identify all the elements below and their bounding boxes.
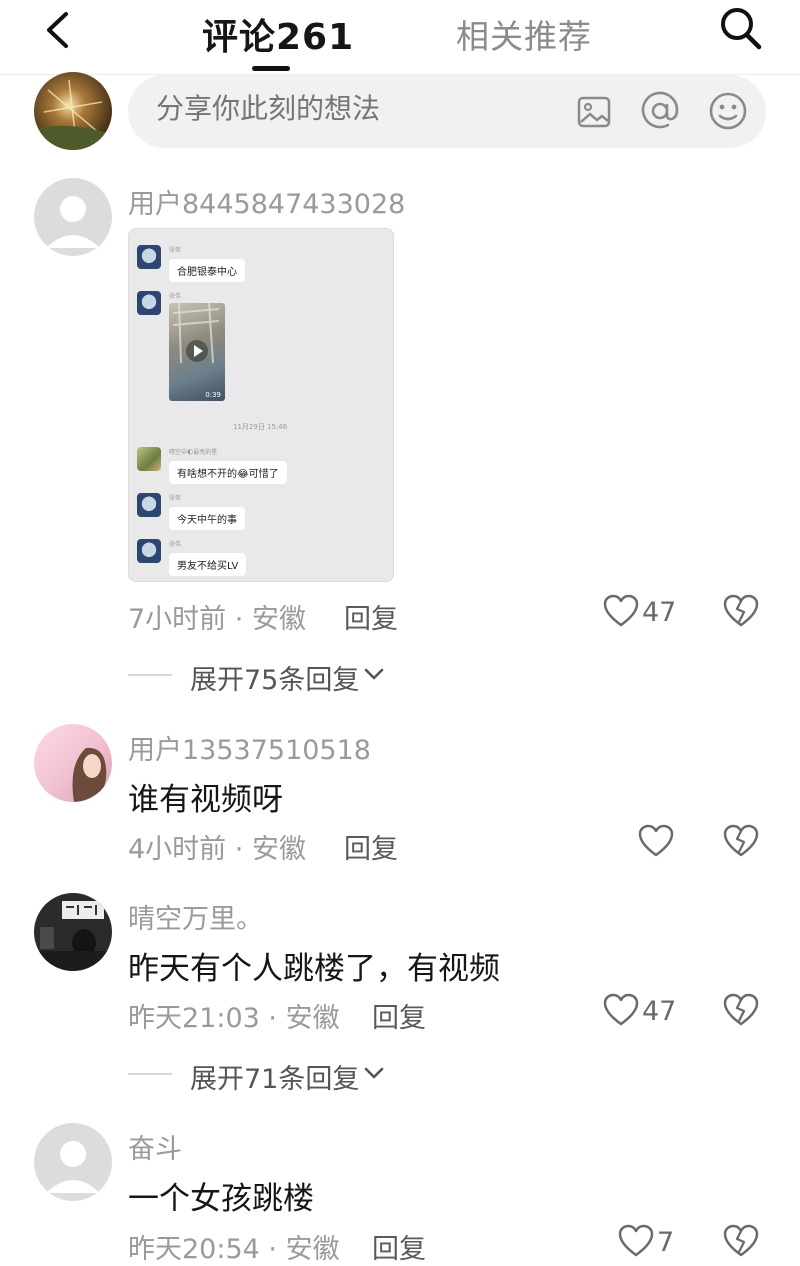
chat-message: 有啥想不开的😂可惜了	[169, 461, 287, 484]
mention-icon[interactable]	[640, 91, 680, 131]
comment-location: 安徽	[285, 1003, 340, 1034]
comment-composer[interactable]	[128, 75, 766, 148]
chat-message: 今天中午的事	[169, 507, 245, 530]
comment-text: 昨天有个人跳楼了，有视频	[128, 951, 500, 987]
dislike-icon[interactable]	[723, 993, 759, 1027]
chat-avatar	[137, 539, 161, 563]
comment-time: 昨天20:54	[128, 1234, 260, 1265]
image-icon[interactable]	[576, 95, 612, 129]
meta-separator: ·	[234, 604, 244, 635]
chat-video-thumbnail: 0:39	[169, 303, 225, 401]
avatar[interactable]	[34, 178, 112, 256]
my-avatar[interactable]	[34, 72, 112, 150]
back-icon[interactable]	[40, 10, 76, 50]
tab-related[interactable]: 相关推荐	[456, 10, 592, 58]
active-tab-indicator	[252, 66, 290, 71]
avatar[interactable]	[34, 1123, 112, 1201]
comment-username[interactable]: 奋斗	[128, 1127, 182, 1166]
expand-replies-label: 展开75条回复	[190, 665, 360, 696]
comment-location: 安徽	[251, 834, 306, 865]
like-count: 7	[657, 1227, 675, 1258]
like-icon[interactable]	[603, 594, 639, 628]
comment-text: 谁有视频呀	[128, 782, 283, 818]
comment-username[interactable]: 用户8445847433028	[128, 182, 405, 221]
dislike-icon[interactable]	[723, 594, 759, 628]
reply-button[interactable]: 回复	[372, 996, 426, 1035]
divider	[128, 1073, 172, 1075]
avatar[interactable]	[34, 893, 112, 971]
comment-username[interactable]: 晴空万里。	[128, 897, 263, 936]
chat-avatar	[137, 493, 161, 517]
comment-time: 昨天21:03	[128, 1003, 260, 1034]
expand-replies-button[interactable]: 展开75条回复	[190, 658, 359, 697]
comment-meta: 昨天20:54 · 安徽	[128, 1227, 340, 1266]
comment-location: 安徽	[251, 604, 306, 635]
comment-time: 7小时前	[128, 604, 227, 635]
like-count: 47	[642, 996, 677, 1027]
meta-separator: ·	[268, 1234, 277, 1265]
comment-time: 4小时前	[128, 834, 227, 865]
comment-username[interactable]: 用户13537510518	[128, 728, 371, 767]
reply-button[interactable]: 回复	[344, 827, 398, 866]
chat-avatar	[137, 245, 161, 269]
search-icon[interactable]	[716, 4, 764, 52]
top-bar: 评论261 相关推荐	[0, 0, 800, 75]
divider	[128, 674, 172, 676]
chat-sender-name: 张伟	[169, 495, 182, 502]
chat-message: 男友不给买LV	[169, 553, 247, 576]
comment-text: 一个女孩跳楼	[128, 1181, 314, 1217]
comment-location: 安徽	[285, 1234, 340, 1265]
meta-separator: ·	[268, 1003, 277, 1034]
dislike-icon[interactable]	[723, 1224, 759, 1258]
reply-button[interactable]: 回复	[372, 1227, 426, 1266]
chevron-down-icon[interactable]	[363, 1065, 385, 1081]
chat-avatar	[137, 291, 161, 315]
chat-sender-name: 晴空中🌓最亮的星	[169, 449, 218, 456]
like-count: 47	[642, 597, 677, 628]
like-icon[interactable]	[603, 993, 639, 1027]
meta-separator: ·	[234, 834, 244, 865]
chat-timestamp: 11月29日 15:46	[233, 423, 288, 431]
chat-message: 合肥银泰中心	[169, 259, 245, 282]
reply-button[interactable]: 回复	[344, 597, 398, 636]
chat-sender-name: 张伟	[169, 541, 182, 548]
video-duration: 0:39	[205, 391, 221, 399]
like-icon[interactable]	[638, 824, 674, 858]
comment-meta: 7小时前 · 安徽	[128, 597, 306, 636]
avatar[interactable]	[34, 724, 112, 802]
expand-replies-label: 展开71条回复	[190, 1064, 360, 1095]
chat-avatar	[137, 447, 161, 471]
emoji-icon[interactable]	[708, 91, 748, 131]
chat-sender-name: 张伟	[169, 247, 182, 254]
chat-sender-name: 张伟	[169, 293, 182, 300]
like-icon[interactable]	[618, 1224, 654, 1258]
comment-input[interactable]	[154, 91, 558, 126]
expand-replies-button[interactable]: 展开71条回复	[190, 1057, 359, 1096]
tab-comments[interactable]: 评论261	[202, 8, 354, 60]
comment-image[interactable]: 张伟 合肥银泰中心 张伟 0:39 11月29日 15:46 晴空中🌓最亮的星 …	[128, 228, 394, 582]
chevron-down-icon[interactable]	[363, 666, 385, 682]
comment-meta: 昨天21:03 · 安徽	[128, 996, 340, 1035]
comment-meta: 4小时前 · 安徽	[128, 827, 306, 866]
dislike-icon[interactable]	[723, 824, 759, 858]
